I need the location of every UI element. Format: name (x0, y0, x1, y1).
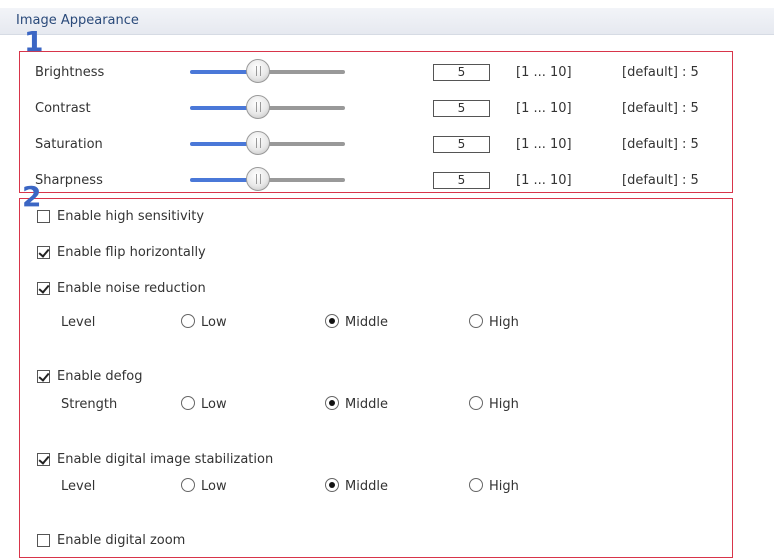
noise-reduction-checkbox[interactable] (37, 282, 50, 295)
defog-middle-radio[interactable] (325, 396, 339, 410)
defog-low-radio[interactable] (181, 396, 195, 410)
saturation-input[interactable]: 5 (433, 136, 490, 153)
stabilization-checkbox[interactable] (37, 453, 50, 466)
defog-high-label: High (489, 397, 519, 412)
slider-handle[interactable] (246, 131, 270, 155)
saturation-default: [default] : 5 (622, 137, 699, 152)
noise-middle-radio[interactable] (325, 314, 339, 328)
stabilization-middle-radio[interactable] (325, 478, 339, 492)
stabilization-label: Enable digital image stabilization (57, 452, 274, 467)
contrast-label: Contrast (35, 101, 91, 116)
slider-handle[interactable] (246, 95, 270, 119)
stabilization-high-label: High (489, 479, 519, 494)
defog-label: Enable defog (57, 369, 143, 384)
defog-middle-label: Middle (345, 397, 388, 412)
contrast-default: [default] : 5 (622, 101, 699, 116)
digital-zoom-checkbox[interactable] (37, 534, 50, 547)
noise-low-label: Low (201, 315, 227, 330)
saturation-label: Saturation (35, 137, 103, 152)
stabilization-low-radio[interactable] (181, 478, 195, 492)
sharpness-range: [1 ... 10] (516, 173, 572, 188)
noise-level-label: Level (61, 315, 96, 330)
defog-checkbox[interactable] (37, 370, 50, 383)
brightness-range: [1 ... 10] (516, 65, 572, 80)
noise-middle-label: Middle (345, 315, 388, 330)
slider-track (258, 70, 345, 74)
contrast-slider[interactable] (190, 95, 345, 119)
slider-handle[interactable] (246, 167, 270, 191)
sharpness-slider[interactable] (190, 167, 345, 191)
noise-high-radio[interactable] (469, 314, 483, 328)
noise-high-label: High (489, 315, 519, 330)
marker-1: 1 (24, 25, 44, 58)
stabilization-middle-label: Middle (345, 479, 388, 494)
stabilization-level-label: Level (61, 479, 96, 494)
sharpness-label: Sharpness (35, 173, 103, 188)
brightness-input[interactable]: 5 (433, 64, 490, 81)
brightness-label: Brightness (35, 65, 105, 80)
noise-low-radio[interactable] (181, 314, 195, 328)
high-sensitivity-label: Enable high sensitivity (57, 209, 205, 224)
brightness-default: [default] : 5 (622, 65, 699, 80)
slider-track (258, 106, 345, 110)
defog-strength-label: Strength (61, 397, 118, 412)
contrast-input[interactable]: 5 (433, 100, 490, 117)
section-header: Image Appearance (0, 8, 774, 35)
saturation-range: [1 ... 10] (516, 137, 572, 152)
high-sensitivity-checkbox[interactable] (37, 210, 50, 223)
saturation-slider[interactable] (190, 131, 345, 155)
slider-track (258, 142, 345, 146)
brightness-slider[interactable] (190, 59, 345, 83)
stabilization-high-radio[interactable] (469, 478, 483, 492)
defog-low-label: Low (201, 397, 227, 412)
flip-horizontally-checkbox[interactable] (37, 246, 50, 259)
stabilization-low-label: Low (201, 479, 227, 494)
noise-reduction-label: Enable noise reduction (57, 281, 206, 296)
sharpness-input[interactable]: 5 (433, 172, 490, 189)
flip-horizontally-label: Enable flip horizontally (57, 245, 206, 260)
slider-handle[interactable] (246, 59, 270, 83)
sharpness-default: [default] : 5 (622, 173, 699, 188)
slider-track (258, 178, 345, 182)
contrast-range: [1 ... 10] (516, 101, 572, 116)
defog-high-radio[interactable] (469, 396, 483, 410)
